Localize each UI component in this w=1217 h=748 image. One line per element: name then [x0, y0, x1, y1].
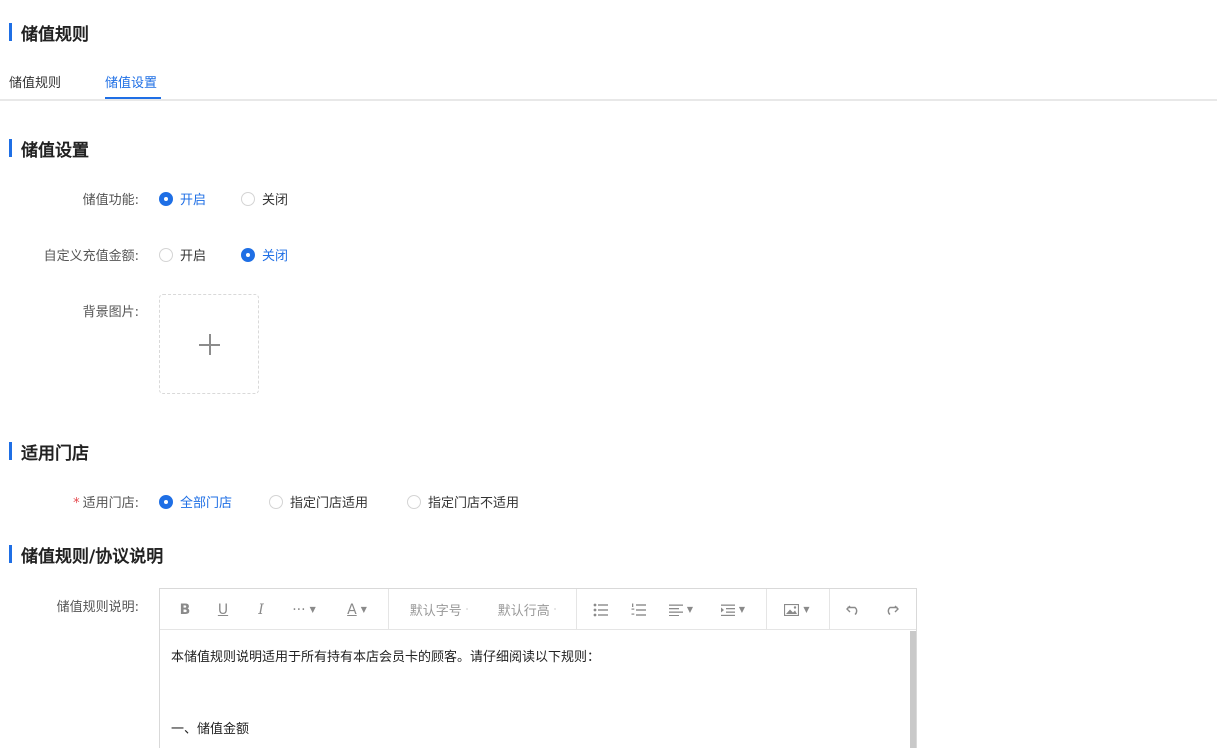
font-color-icon: A	[347, 601, 357, 618]
radio-specified-stores-apply[interactable]: 指定门店适用	[269, 492, 368, 511]
redo-button[interactable]	[880, 589, 902, 630]
bullet-list-button[interactable]	[590, 589, 612, 630]
radio-store-value-off[interactable]: 关闭	[241, 189, 288, 208]
bold-button[interactable]: B	[174, 589, 196, 630]
radio-checked-icon	[159, 494, 173, 509]
store-value-function-label: 储值功能:	[82, 193, 139, 208]
underline-button[interactable]: U	[212, 589, 234, 630]
section-accent-bar	[9, 139, 12, 157]
radio-label: 关闭	[262, 249, 289, 264]
numbered-list-icon	[631, 603, 646, 616]
caret-down-icon: ·	[553, 605, 557, 614]
radio-unchecked-icon	[159, 247, 173, 262]
tab-store-value-settings[interactable]: 储值设置	[105, 72, 157, 91]
caret-down-icon: ▼	[360, 605, 367, 614]
required-mark: *	[73, 496, 80, 511]
radio-label: 关闭	[262, 193, 289, 208]
toolbar-divider	[766, 589, 767, 630]
radio-unchecked-icon	[407, 494, 421, 509]
caret-down-icon: ▼	[309, 605, 316, 614]
editor-content-area[interactable]: 本储值规则说明适用于所有持有本店会员卡的顾客。请仔细阅读以下规则： 一、储值金额	[160, 631, 910, 748]
section-title-store-value-settings: 储值设置	[9, 137, 89, 161]
caret-down-icon: ▼	[738, 605, 746, 614]
applicable-store-label-text: 适用门店:	[82, 496, 139, 511]
rules-description-label: 储值规则说明:	[56, 600, 139, 615]
radio-unchecked-icon	[269, 494, 283, 509]
radio-custom-recharge-off[interactable]: 关闭	[241, 245, 288, 264]
radio-unchecked-icon	[241, 191, 255, 206]
background-image-uploader[interactable]	[159, 294, 259, 394]
undo-button[interactable]	[842, 589, 864, 630]
radio-label: 开启	[180, 249, 207, 264]
plus-icon-vertical	[209, 334, 211, 355]
undo-icon	[845, 605, 857, 615]
line-height-placeholder: 默认行高	[497, 604, 550, 619]
background-image-label: 背景图片:	[82, 305, 139, 320]
indent-button[interactable]: ▼	[718, 589, 748, 630]
italic-button[interactable]: I	[250, 589, 272, 630]
applicable-store-label: * 适用门店:	[0, 492, 139, 511]
title-accent-bar	[9, 23, 12, 41]
section-title-text: 储值规则/协议说明	[21, 546, 164, 567]
toolbar-divider	[829, 589, 830, 630]
radio-store-value-on[interactable]: 开启	[159, 189, 206, 208]
radio-all-stores[interactable]: 全部门店	[159, 492, 232, 511]
caret-down-icon: ▼	[803, 605, 810, 614]
custom-recharge-amount-label: 自定义充值金额:	[43, 249, 139, 264]
tab-bar: 储值规则 储值设置	[0, 66, 1217, 101]
active-tab-indicator	[105, 97, 161, 99]
toolbar-divider	[388, 589, 389, 630]
font-size-select[interactable]: 默认字号 ·	[404, 589, 474, 630]
numbered-list-button[interactable]	[628, 589, 650, 630]
caret-down-icon: ▼	[686, 605, 694, 614]
image-icon	[784, 603, 800, 616]
insert-image-button[interactable]: ▼	[782, 589, 812, 630]
line-height-select[interactable]: 默认行高 ·	[492, 589, 562, 630]
tab-store-value-rules[interactable]: 储值规则	[9, 72, 61, 91]
radio-label: 开启	[180, 193, 207, 208]
page-title: 储值规则	[9, 21, 89, 45]
editor-toolbar: B U I ··· ▼ A ▼ 默认字号 · 默认行高 · ▼ ▼ ▼	[160, 589, 916, 630]
section-title-applicable-stores: 适用门店	[9, 440, 89, 464]
font-color-button[interactable]: A ▼	[342, 589, 372, 630]
radio-label: 全部门店	[180, 496, 233, 511]
page-title-text: 储值规则	[21, 24, 89, 45]
align-left-icon	[668, 604, 683, 616]
editor-scrollbar[interactable]	[910, 631, 916, 748]
section-accent-bar	[9, 442, 12, 460]
section-title-rules-agreement: 储值规则/协议说明	[9, 543, 164, 567]
bullet-list-icon	[593, 603, 608, 616]
indent-icon	[720, 604, 735, 616]
radio-custom-recharge-on[interactable]: 开启	[159, 245, 206, 264]
editor-paragraph: 一、储值金额	[171, 722, 250, 737]
toolbar-divider	[576, 589, 577, 630]
caret-down-icon: ·	[465, 605, 469, 614]
font-size-placeholder: 默认字号	[409, 604, 462, 619]
radio-label: 指定门店不适用	[428, 496, 520, 511]
editor-paragraph: 本储值规则说明适用于所有持有本店会员卡的顾客。请仔细阅读以下规则：	[171, 650, 601, 665]
section-title-text: 适用门店	[21, 443, 89, 464]
more-icon: ···	[292, 601, 306, 618]
redo-icon	[887, 605, 899, 615]
more-button[interactable]: ··· ▼	[288, 589, 320, 630]
radio-checked-icon	[241, 247, 255, 262]
section-title-text: 储值设置	[21, 140, 89, 161]
radio-label: 指定门店适用	[290, 496, 369, 511]
align-button[interactable]: ▼	[666, 589, 696, 630]
radio-checked-icon	[159, 191, 173, 206]
radio-specified-stores-exclude[interactable]: 指定门店不适用	[407, 492, 519, 511]
rich-text-editor: B U I ··· ▼ A ▼ 默认字号 · 默认行高 · ▼ ▼ ▼ 本储值规…	[159, 588, 917, 748]
section-accent-bar	[9, 545, 12, 563]
